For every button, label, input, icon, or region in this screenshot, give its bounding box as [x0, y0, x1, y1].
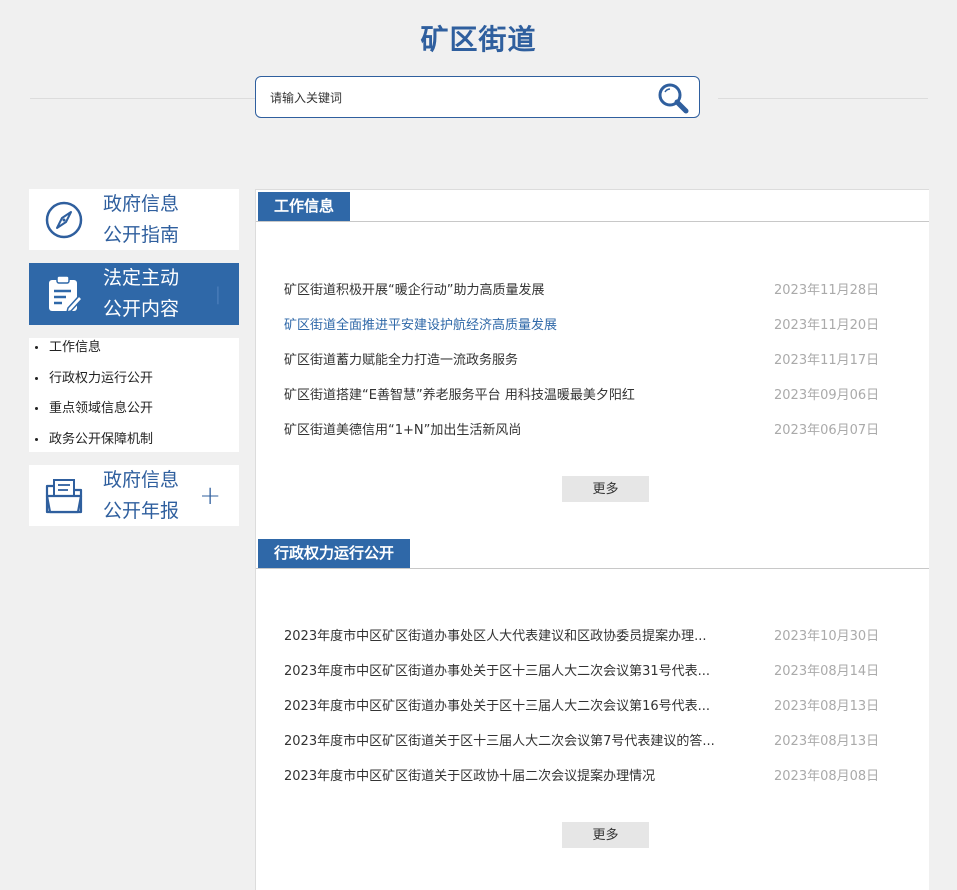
- list-item[interactable]: 矿区街道积极开展“暖企行动”助力高质量发展 2023年11月28日: [284, 281, 904, 301]
- list-item[interactable]: 矿区街道全面推进平安建设护航经济高质量发展 2023年11月20日: [284, 316, 904, 336]
- news-title[interactable]: 矿区街道积极开展“暖企行动”助力高质量发展: [284, 281, 754, 301]
- sidebar-item-content[interactable]: 法定主动 公开内容 |: [29, 263, 239, 325]
- sidebar-annual-label-2: 公开年报: [103, 499, 180, 522]
- news-date: 2023年11月20日: [774, 318, 880, 333]
- sidebar-sub-item-key-fields[interactable]: 重点领域信息公开: [29, 399, 239, 430]
- section-rule: [256, 568, 929, 569]
- sidebar-content-label-1: 法定主动: [103, 267, 180, 289]
- news-date: 2023年08月14日: [774, 664, 880, 679]
- list-item[interactable]: 2023年度市中区矿区街道办事处区人大代表建议和区政协委员提案办理... 202…: [284, 627, 904, 647]
- news-date: 2023年08月13日: [774, 734, 880, 749]
- compass-icon: [45, 201, 83, 238]
- sidebar-content-label-2: 公开内容: [103, 298, 180, 320]
- news-title[interactable]: 2023年度市中区矿区街道办事处关于区十三届人大二次会议第31号代表...: [284, 662, 754, 682]
- more-button-work-info[interactable]: 更多: [562, 476, 649, 502]
- news-title[interactable]: 矿区街道搭建“E善智慧”养老服务平台 用科技温暖最美夕阳红: [284, 386, 754, 406]
- sidebar-sub-list: 工作信息 行政权力运行公开 重点领域信息公开 政务公开保障机制: [29, 338, 239, 452]
- sidebar-item-guide[interactable]: 政府信息 公开指南: [29, 189, 239, 250]
- sidebar-guide-label-1: 政府信息: [103, 192, 180, 215]
- search-box: [255, 76, 700, 118]
- news-title[interactable]: 矿区街道美德信用“1+N”加出生活新风尚: [284, 421, 754, 441]
- section-header-work-info: 工作信息: [256, 192, 929, 222]
- section-header-admin-power: 行政权力运行公开: [256, 539, 929, 569]
- news-title[interactable]: 2023年度市中区矿区街道办事处关于区十三届人大二次会议第16号代表...: [284, 697, 754, 717]
- news-date: 2023年11月17日: [774, 353, 880, 368]
- divider-right: [718, 98, 928, 99]
- list-item[interactable]: 矿区街道蓄力赋能全力打造一流政务服务 2023年11月17日: [284, 351, 904, 371]
- sidebar-sub-item-admin-power[interactable]: 行政权力运行公开: [29, 369, 239, 400]
- news-title[interactable]: 矿区街道全面推进平安建设护航经济高质量发展: [284, 316, 754, 336]
- sidebar-item-annual[interactable]: 政府信息 公开年报 +: [29, 465, 239, 526]
- news-date: 2023年08月08日: [774, 769, 880, 784]
- sidebar-guide-label: 政府信息 公开指南: [103, 189, 193, 251]
- sidebar-sub-item-work-info[interactable]: 工作信息: [29, 338, 239, 369]
- section-title[interactable]: 行政权力运行公开: [258, 539, 411, 568]
- news-date: 2023年11月28日: [774, 283, 880, 298]
- list-item[interactable]: 2023年度市中区矿区街道办事处关于区十三届人大二次会议第16号代表... 20…: [284, 697, 904, 717]
- section-title[interactable]: 工作信息: [258, 192, 351, 221]
- folder-document-icon: [45, 478, 83, 513]
- sidebar-guide-label-2: 公开指南: [103, 223, 180, 246]
- news-title[interactable]: 2023年度市中区矿区街道关于区政协十届二次会议提案办理情况: [284, 767, 754, 787]
- sidebar-annual-label-1: 政府信息: [103, 468, 180, 491]
- search-icon: [658, 83, 689, 114]
- search-input[interactable]: [268, 87, 632, 109]
- more-button-admin-power[interactable]: 更多: [562, 822, 649, 848]
- news-date: 2023年09月06日: [774, 388, 880, 403]
- list-item[interactable]: 矿区街道搭建“E善智慧”养老服务平台 用科技温暖最美夕阳红 2023年09月06…: [284, 386, 904, 406]
- list-item[interactable]: 2023年度市中区矿区街道关于区十三届人大二次会议第7号代表建议的答... 20…: [284, 732, 904, 752]
- sidebar-annual-label: 政府信息 公开年报: [103, 465, 193, 527]
- news-title[interactable]: 2023年度市中区矿区街道办事处区人大代表建议和区政协委员提案办理...: [284, 627, 754, 647]
- main-content: 工作信息 矿区街道积极开展“暖企行动”助力高质量发展 2023年11月28日 矿…: [255, 189, 929, 890]
- collapse-toggle[interactable]: |: [215, 284, 221, 305]
- sidebar-sub-item-guarantee[interactable]: 政务公开保障机制: [29, 430, 239, 461]
- clipboard-edit-icon: [49, 275, 84, 314]
- news-title[interactable]: 矿区街道蓄力赋能全力打造一流政务服务: [284, 351, 754, 371]
- list-item[interactable]: 2023年度市中区矿区街道办事处关于区十三届人大二次会议第31号代表... 20…: [284, 662, 904, 682]
- list-item[interactable]: 矿区街道美德信用“1+N”加出生活新风尚 2023年06月07日: [284, 421, 904, 441]
- sidebar-content-label: 法定主动 公开内容: [103, 263, 193, 325]
- search-button[interactable]: [657, 82, 689, 114]
- expand-toggle[interactable]: +: [199, 481, 221, 511]
- news-date: 2023年10月30日: [774, 629, 880, 644]
- section-rule: [256, 221, 929, 222]
- list-item[interactable]: 2023年度市中区矿区街道关于区政协十届二次会议提案办理情况 2023年08月0…: [284, 767, 904, 787]
- divider-left: [30, 98, 255, 99]
- news-title[interactable]: 2023年度市中区矿区街道关于区十三届人大二次会议第7号代表建议的答...: [284, 732, 754, 752]
- news-date: 2023年08月13日: [774, 699, 880, 714]
- site-title: 矿区街道: [420, 23, 537, 56]
- news-date: 2023年06月07日: [774, 423, 880, 438]
